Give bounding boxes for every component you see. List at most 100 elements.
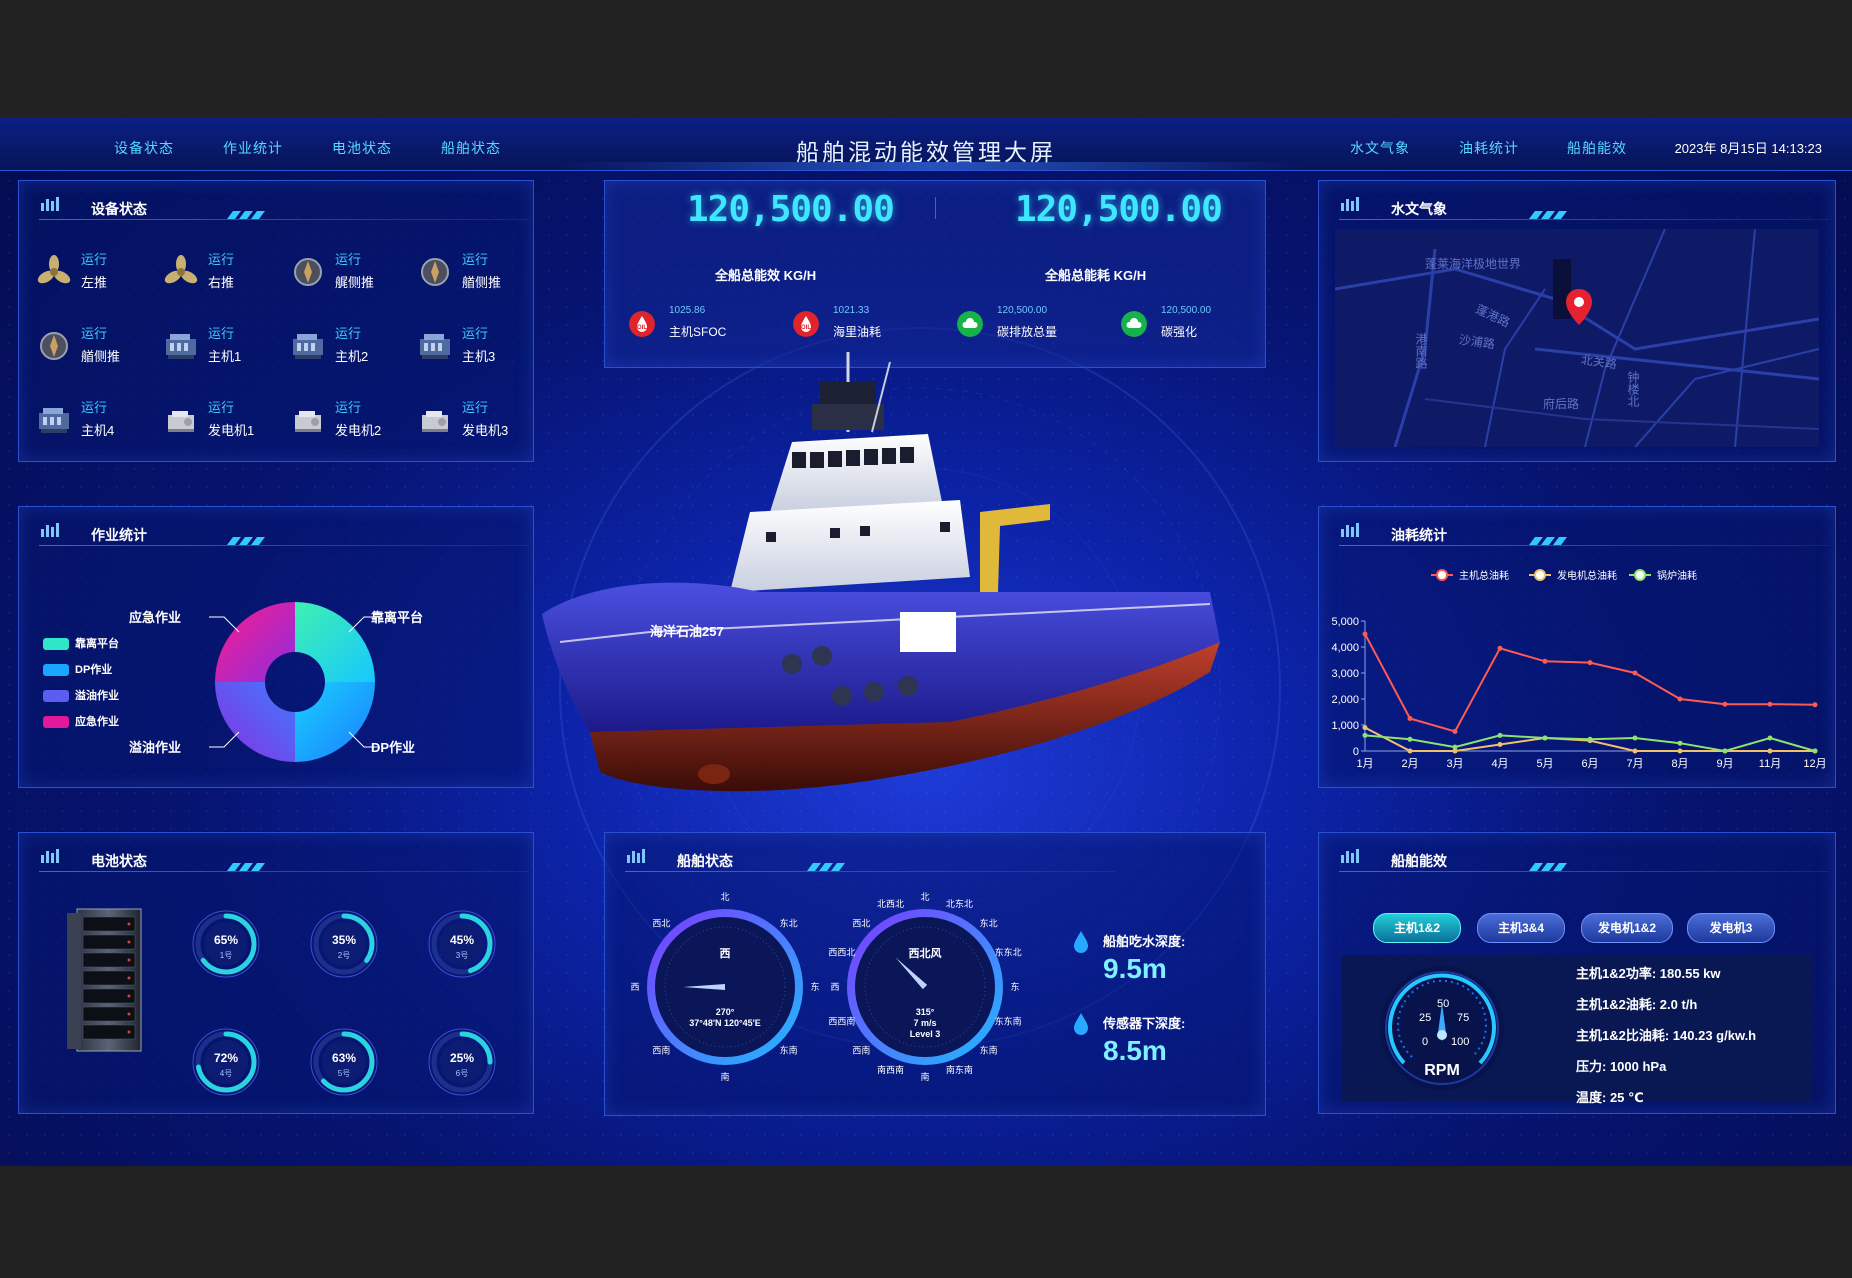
title-stripes bbox=[227, 863, 265, 871]
oil-drop-icon: OIL bbox=[629, 311, 655, 337]
bar-chart-icon bbox=[41, 849, 59, 863]
data-point[interactable] bbox=[1632, 735, 1638, 741]
data-point[interactable] bbox=[1767, 701, 1773, 707]
data-point[interactable] bbox=[1497, 645, 1503, 651]
data-point[interactable] bbox=[1632, 748, 1638, 754]
legend-item[interactable]: 发电机总油耗 bbox=[1529, 569, 1617, 582]
data-point[interactable] bbox=[1362, 631, 1368, 637]
device-item[interactable]: 运行 主机4 bbox=[37, 397, 157, 447]
data-point[interactable] bbox=[1632, 670, 1638, 676]
data-point[interactable] bbox=[1677, 748, 1683, 754]
legend-item[interactable]: 主机总油耗 bbox=[1431, 569, 1509, 582]
thruster-icon bbox=[37, 329, 71, 363]
tab-main-engine-1-2[interactable]: 主机1&2 bbox=[1373, 913, 1461, 943]
data-point[interactable] bbox=[1587, 736, 1593, 742]
compass-readout: Level 3 bbox=[910, 1029, 941, 1039]
device-name: 发电机1 bbox=[208, 423, 255, 438]
nav-fuel-stats[interactable]: 油耗统计 bbox=[1459, 138, 1519, 158]
data-point[interactable] bbox=[1407, 748, 1413, 754]
operations-donut-chart bbox=[209, 602, 379, 762]
data-point[interactable] bbox=[1677, 696, 1683, 702]
device-item[interactable]: 运行 艏侧推 bbox=[418, 249, 538, 299]
nav-hydro-weather[interactable]: 水文气象 bbox=[1350, 138, 1410, 158]
bar-chart-icon bbox=[41, 523, 59, 537]
engine-icon bbox=[164, 329, 198, 363]
device-item[interactable]: 运行 左推 bbox=[37, 249, 157, 299]
x-tick-label: 9月 bbox=[1716, 758, 1733, 770]
compass-direction-label: 东南 bbox=[780, 1045, 798, 1056]
battery-status-panel: 电池状态 65% 1号 35% 2号 45% 3号 72% 4号 63% 5号 25% 6号 bbox=[18, 832, 534, 1114]
legend-item[interactable]: 靠离平台 bbox=[43, 635, 119, 651]
location-pin-icon[interactable] bbox=[1563, 287, 1595, 329]
data-point[interactable] bbox=[1452, 744, 1458, 750]
device-status: 运行 bbox=[208, 326, 235, 341]
propeller-icon bbox=[37, 255, 71, 289]
data-point[interactable] bbox=[1407, 716, 1413, 721]
data-point[interactable] bbox=[1812, 748, 1818, 754]
data-point[interactable] bbox=[1362, 725, 1368, 731]
data-point[interactable] bbox=[1722, 748, 1728, 754]
device-item[interactable]: 运行 发电机3 bbox=[418, 397, 538, 447]
device-item[interactable]: 运行 艉侧推 bbox=[291, 249, 411, 299]
donut-slice-dp[interactable] bbox=[295, 682, 375, 762]
device-item[interactable]: 运行 发电机2 bbox=[291, 397, 411, 447]
data-point[interactable] bbox=[1497, 742, 1503, 747]
title-stripes bbox=[1529, 211, 1567, 219]
map-view[interactable]: 蓬莱海洋极地世界 蓬港路 港南路 沙浦路 北关路 府后路 钟楼北 bbox=[1335, 229, 1819, 447]
data-point[interactable] bbox=[1497, 732, 1503, 738]
x-tick-label: 5月 bbox=[1536, 758, 1553, 770]
legend-item[interactable]: 锅炉油耗 bbox=[1629, 569, 1697, 582]
compass-direction-label: 西北 bbox=[652, 918, 670, 928]
battery-pack-gauge[interactable]: 63% 5号 bbox=[309, 1027, 379, 1097]
kpi-fuel-per-mile: OIL 1021.33 海里油耗 bbox=[793, 305, 943, 345]
battery-pack-gauge[interactable]: 65% 1号 bbox=[191, 909, 261, 979]
device-item[interactable]: 运行 右推 bbox=[164, 249, 284, 299]
device-item[interactable]: 运行 艏侧推 bbox=[37, 323, 157, 373]
battery-pack-gauge[interactable]: 25% 6号 bbox=[427, 1027, 497, 1097]
engine-icon bbox=[418, 329, 452, 363]
data-point[interactable] bbox=[1407, 736, 1413, 742]
data-point[interactable] bbox=[1767, 748, 1773, 754]
nav-vessel-efficiency[interactable]: 船舶能效 bbox=[1567, 138, 1627, 158]
kpi-carbon-intensity: 120,500.00 碳强化 bbox=[1121, 305, 1271, 345]
data-point[interactable] bbox=[1362, 732, 1368, 738]
legend-item[interactable]: DP作业 bbox=[43, 661, 112, 677]
data-point[interactable] bbox=[1452, 729, 1458, 734]
device-item[interactable]: 运行 主机3 bbox=[418, 323, 538, 373]
device-item[interactable]: 运行 发电机1 bbox=[164, 397, 284, 447]
battery-pack-gauge[interactable]: 45% 3号 bbox=[427, 909, 497, 979]
data-point[interactable] bbox=[1542, 658, 1548, 664]
device-name: 发电机3 bbox=[462, 423, 509, 438]
compass-center-label: 西北风 bbox=[909, 946, 942, 960]
donut-slice-emergency[interactable] bbox=[215, 602, 295, 682]
device-item[interactable]: 运行 主机2 bbox=[291, 323, 411, 373]
device-item[interactable]: 运行 主机1 bbox=[164, 323, 284, 373]
ship-3d-model[interactable]: 海洋石油257 bbox=[530, 342, 1260, 802]
x-tick-label: 3月 bbox=[1446, 758, 1463, 770]
tab-generator-1-2[interactable]: 发电机1&2 bbox=[1581, 913, 1673, 943]
data-point[interactable] bbox=[1542, 735, 1548, 741]
legend-label: 主机总油耗 bbox=[1459, 569, 1509, 582]
legend-item[interactable]: 溢油作业 bbox=[43, 687, 119, 703]
donut-slice-berthing[interactable] bbox=[295, 602, 375, 682]
y-tick-label: 3,000 bbox=[1331, 668, 1359, 680]
battery-pack-gauge[interactable]: 72% 4号 bbox=[191, 1027, 261, 1097]
vessel-status-panel: 船舶状态 北东北东东南南西南西西北西 270° 37°48'N 120°45'E 北… bbox=[604, 832, 1266, 1116]
data-point[interactable] bbox=[1587, 660, 1593, 666]
data-point[interactable] bbox=[1767, 735, 1773, 741]
efficiency-sfc: 主机1&2比油耗: 140.23 g/kw.h bbox=[1576, 1028, 1757, 1043]
donut-slice-oilspill[interactable] bbox=[215, 682, 295, 762]
tab-generator-3[interactable]: 发电机3 bbox=[1687, 913, 1775, 943]
tab-main-engine-3-4[interactable]: 主机3&4 bbox=[1477, 913, 1565, 943]
device-name: 发电机2 bbox=[335, 423, 382, 438]
cloud-icon bbox=[1121, 311, 1147, 337]
battery-pack-gauge[interactable]: 35% 2号 bbox=[309, 909, 379, 979]
engine-icon bbox=[291, 329, 325, 363]
compass-direction-label: 北东北 bbox=[946, 898, 973, 909]
data-point[interactable] bbox=[1812, 702, 1818, 708]
battery-label: 1号 bbox=[219, 951, 233, 960]
data-point[interactable] bbox=[1722, 701, 1728, 707]
data-point[interactable] bbox=[1677, 740, 1683, 746]
legend-item[interactable]: 应急作业 bbox=[43, 713, 119, 729]
x-tick-label: 12月 bbox=[1803, 758, 1826, 770]
